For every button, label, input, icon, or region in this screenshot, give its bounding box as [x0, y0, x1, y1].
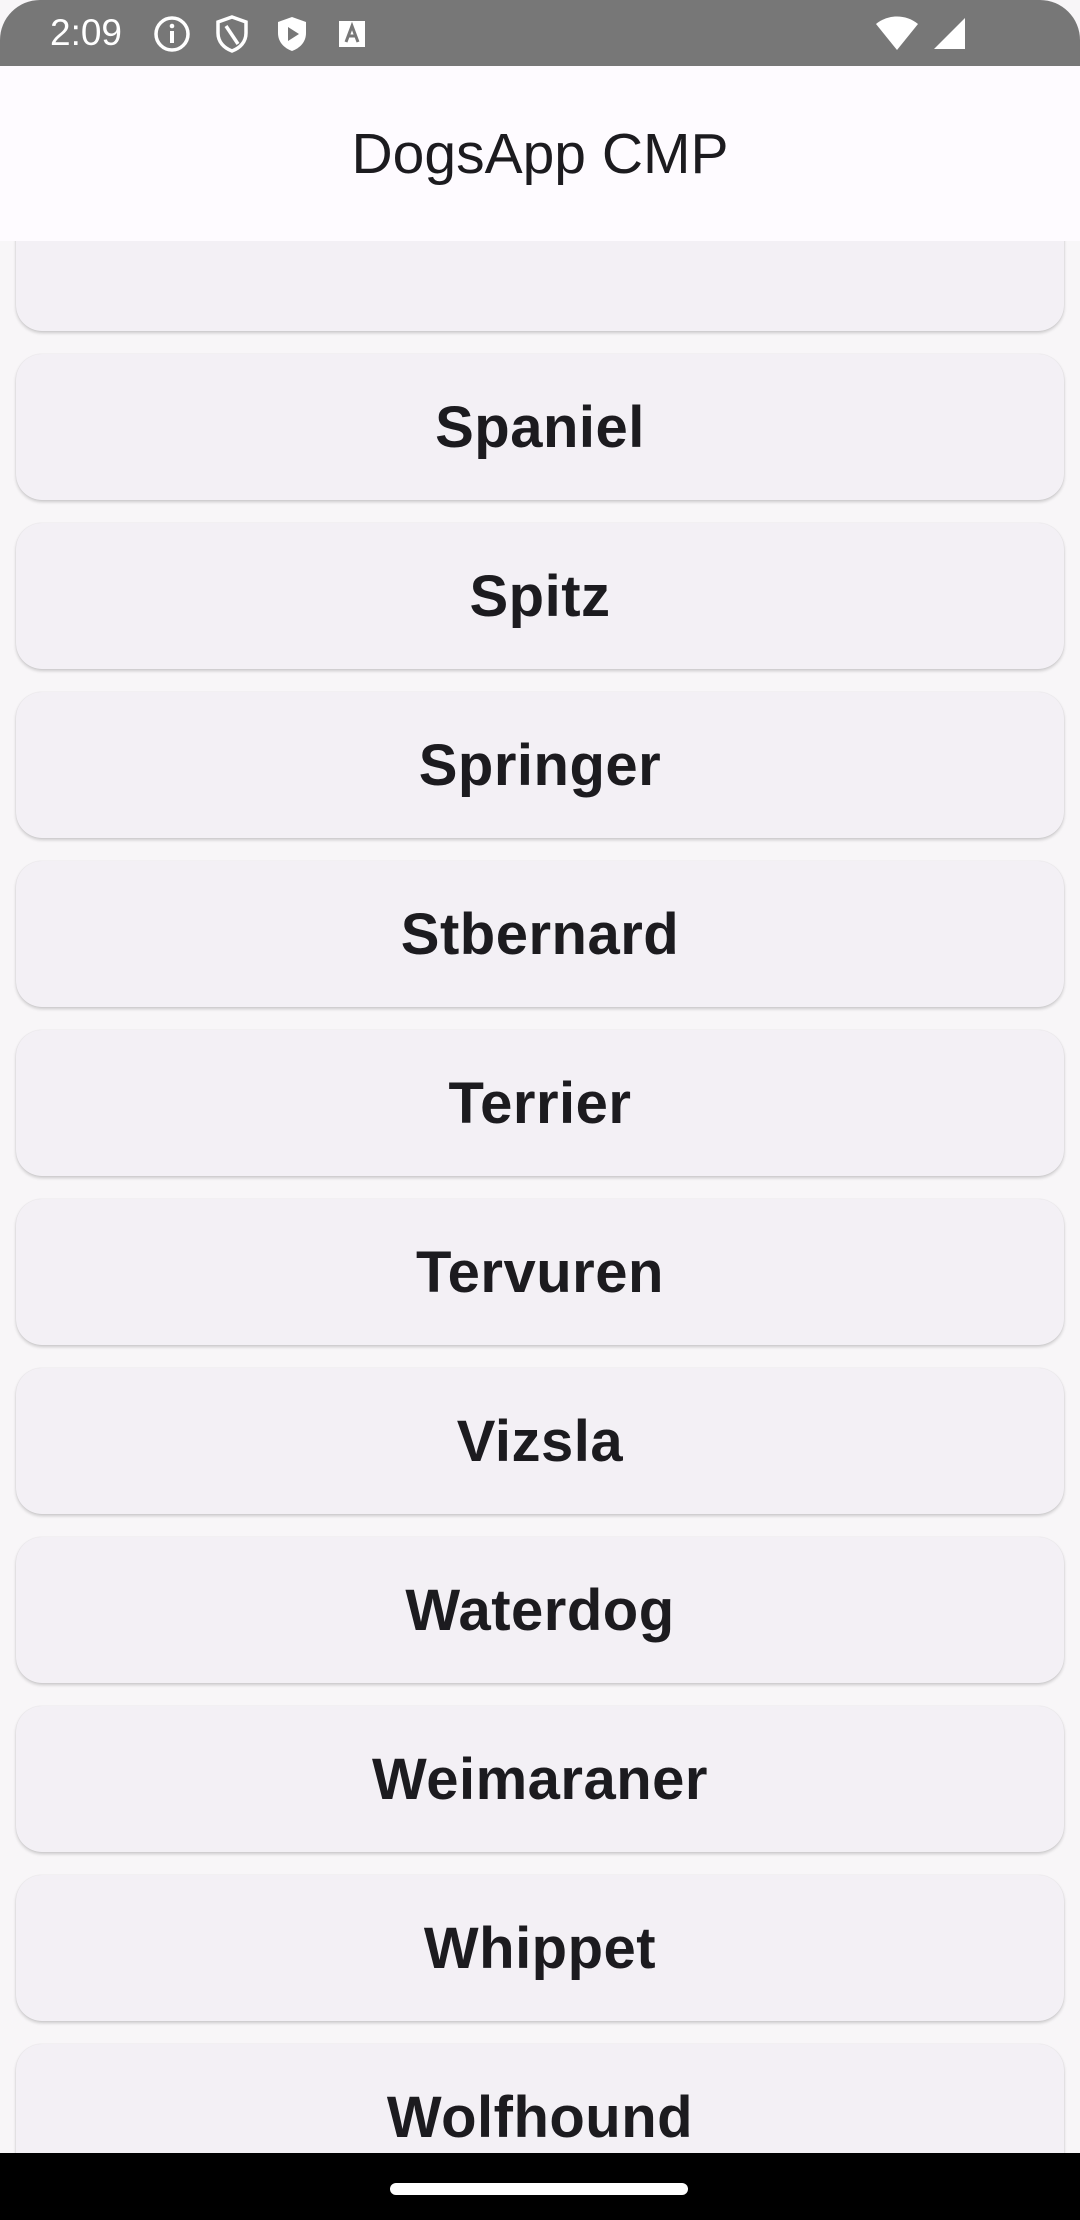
breed-card-springer[interactable]: Springer — [16, 692, 1064, 838]
breed-card-label: Waterdog — [405, 1577, 675, 1643]
breed-card-label: Spaniel — [435, 394, 645, 460]
breed-card-vizsla[interactable]: Vizsla — [16, 1368, 1064, 1514]
breed-card-weimaraner[interactable]: Weimaraner — [16, 1706, 1064, 1852]
play-shield-icon — [270, 12, 314, 56]
breed-card-label: Spitz — [469, 563, 611, 629]
status-icons-left — [150, 12, 374, 56]
breed-card-waterdog[interactable]: Waterdog — [16, 1537, 1064, 1683]
breed-card-wolfhound[interactable]: Wolfhound — [16, 2044, 1064, 2153]
signal-icon — [930, 14, 968, 57]
breed-card-stbernard[interactable]: Stbernard — [16, 861, 1064, 1007]
breed-card[interactable] — [16, 241, 1064, 331]
breed-card-label: Terrier — [448, 1070, 632, 1136]
shield-icon — [210, 12, 254, 56]
system-navigation-bar — [0, 2153, 1080, 2220]
status-time: 2:09 — [50, 12, 123, 53]
breed-card-spaniel[interactable]: Spaniel — [16, 354, 1064, 500]
breed-list-scroll-area[interactable]: Spaniel Spitz Springer Stbernard Terrier… — [0, 241, 1080, 2153]
breed-card-spitz[interactable]: Spitz — [16, 523, 1064, 669]
breed-card-label: Weimaraner — [372, 1746, 708, 1812]
app-title: DogsApp CMP — [351, 122, 729, 186]
breed-card-label: Tervuren — [416, 1239, 664, 1305]
top-app-bar: DogsApp CMP — [0, 66, 1080, 241]
breed-card-whippet[interactable]: Whippet — [16, 1875, 1064, 2021]
breed-card-label: Whippet — [423, 1915, 657, 1981]
breed-card-label: Vizsla — [456, 1408, 624, 1474]
breed-list: Spaniel Spitz Springer Stbernard Terrier… — [16, 241, 1064, 2153]
status-bar: 2:09 — [0, 0, 1080, 66]
breed-card-tervuren[interactable]: Tervuren — [16, 1199, 1064, 1345]
status-icons-right — [874, 14, 968, 57]
screen: 2:09 DogsApp CMP Spaniel Spitz Springer … — [0, 0, 1080, 2220]
breed-card-label: Springer — [418, 732, 662, 798]
info-icon — [150, 12, 194, 56]
font-a-icon — [330, 12, 374, 56]
breed-card-label: Stbernard — [400, 901, 680, 967]
gesture-handle[interactable] — [390, 2183, 688, 2195]
breed-card-terrier[interactable]: Terrier — [16, 1030, 1064, 1176]
wifi-icon — [874, 14, 920, 57]
breed-card-label: Wolfhound — [386, 2084, 694, 2150]
